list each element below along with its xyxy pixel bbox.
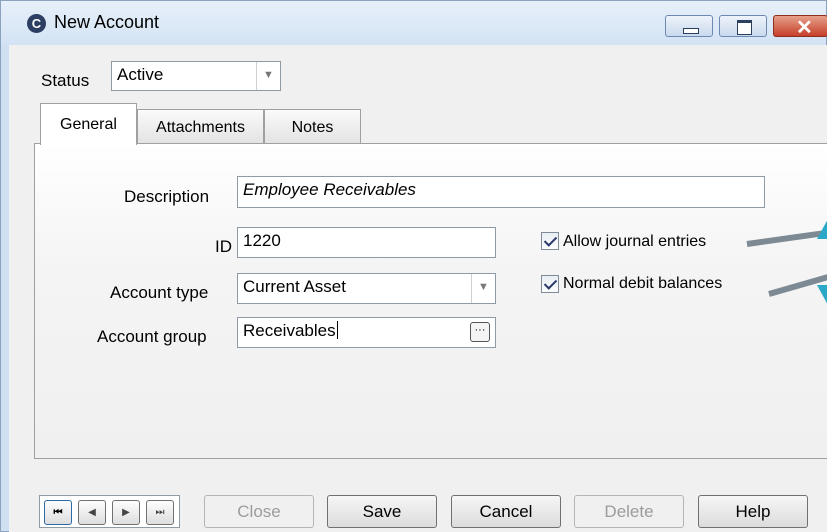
delete-button[interactable]: Delete <box>574 495 684 528</box>
account-group-input[interactable]: Receivables ··· <box>237 317 496 348</box>
window-title: New Account <box>54 12 160 32</box>
account-type-label: Account type <box>110 283 209 302</box>
tab-notes-label: Notes <box>291 119 334 136</box>
id-label: ID <box>215 237 232 256</box>
app-logo-icon: C <box>27 14 46 33</box>
account-type-value: Current Asset <box>243 277 346 296</box>
chevron-down-icon[interactable]: ▼ <box>256 62 280 90</box>
tab-general[interactable]: General <box>40 103 137 145</box>
account-group-value: Receivables <box>243 321 336 340</box>
normal-debit-checkbox[interactable] <box>541 275 559 293</box>
chevron-down-icon[interactable]: ▼ <box>471 274 495 303</box>
title-bar[interactable]: C New Account ✕ <box>1 1 827 45</box>
cancel-button[interactable]: Cancel <box>451 495 561 528</box>
description-input[interactable]: Employee Receivables <box>237 176 765 208</box>
tab-notes[interactable]: Notes <box>264 109 361 143</box>
allow-journal-label: Allow journal entries <box>563 233 707 250</box>
previous-record-button[interactable]: ◀ <box>78 500 106 525</box>
text-caret <box>336 321 338 339</box>
close-button[interactable]: Close <box>204 495 314 528</box>
maximize-button[interactable] <box>719 15 767 37</box>
help-button[interactable]: Help <box>698 495 808 528</box>
allow-journal-checkbox[interactable] <box>541 232 559 250</box>
description-label: Description <box>124 187 210 206</box>
status-select[interactable]: Active ▼ <box>111 61 281 91</box>
last-record-button[interactable]: ⏭ <box>146 500 174 525</box>
minimize-button[interactable] <box>665 15 713 37</box>
dialog-body: Status Active ▼ General Attachments Note… <box>9 45 827 532</box>
save-button[interactable]: Save <box>327 495 437 528</box>
close-icon: ✕ <box>796 17 813 39</box>
tab-attachments-label: Attachments <box>156 119 245 136</box>
first-record-button[interactable]: ⏮ <box>44 500 72 525</box>
callout-arrow-2 <box>817 285 827 307</box>
close-window-button[interactable]: ✕ <box>773 15 827 39</box>
tab-general-label: General <box>60 116 117 133</box>
tab-attachments[interactable]: Attachments <box>137 109 264 143</box>
status-label: Status <box>41 71 90 90</box>
record-navigator: ⏮ ◀ ▶ ⏭ <box>39 495 180 528</box>
normal-debit-label: Normal debit balances <box>563 275 723 292</box>
ellipsis-browse-button[interactable]: ··· <box>470 322 490 342</box>
account-type-select[interactable]: Current Asset ▼ <box>237 273 496 304</box>
callout-arrow-1 <box>817 217 827 239</box>
id-input[interactable]: 1220 <box>237 227 496 258</box>
status-value: Active <box>117 65 164 84</box>
new-account-window: C New Account ✕ Status Active ▼ General … <box>0 0 827 532</box>
next-record-button[interactable]: ▶ <box>112 500 140 525</box>
account-group-label: Account group <box>97 327 207 346</box>
